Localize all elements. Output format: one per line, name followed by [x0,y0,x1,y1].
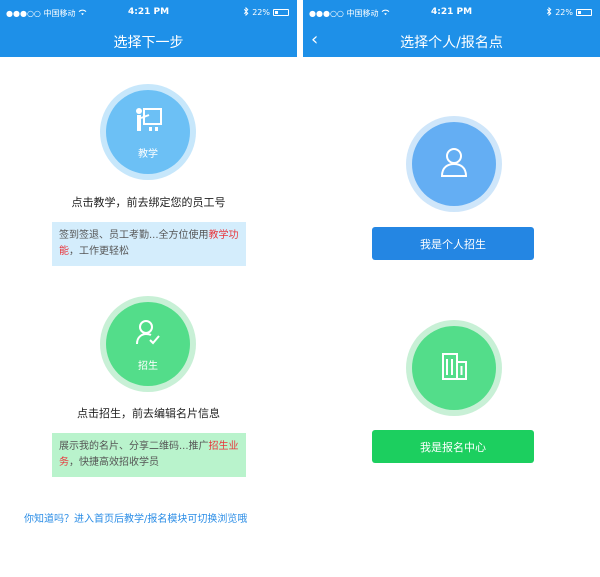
enroll-desc-suffix: ，快捷高效招收学员 [69,457,159,468]
enroll-description: 展示我的名片、分享二维码...推广招生业务，快捷高效招收学员 [52,433,246,477]
battery-icon [273,9,289,16]
screen-select-personal-or-center: ●●●○○ 中国移动 4:21 PM 22% ‹ 选择个人/报名点 我是个人招生… [303,0,600,577]
teach-desc-prefix: 签到签退、员工考勤...全方位使用 [59,230,209,241]
personal-enroll-button[interactable]: 我是个人招生 [372,227,534,260]
teach-description: 签到签退、员工考勤...全方位使用教学功能，工作更轻松 [52,222,246,266]
person-outline-icon [437,145,471,183]
battery-icon [576,9,592,16]
bluetooth-icon [243,6,249,18]
status-bar: ●●●○○ 中国移动 4:21 PM 22% [0,0,297,26]
teach-option-inner[interactable]: 教学 [106,90,190,174]
enroll-desc-prefix: 展示我的名片、分享二维码...推广 [59,441,209,452]
teach-prompt: 点击教学，前去绑定您的员工号 [71,196,226,209]
personal-option-circle[interactable] [406,116,502,212]
whiteboard-teacher-icon [133,105,163,139]
building-icon [437,349,471,387]
enroll-option-inner[interactable]: 招生 [106,302,190,386]
enroll-option[interactable]: 招生 [100,296,196,392]
enroll-prompt: 点击招生，前去编辑名片信息 [77,407,220,420]
center-option-inner[interactable] [412,326,496,410]
battery-percent: 22% [252,8,270,17]
person-check-icon [133,317,163,351]
personal-option-inner[interactable] [412,122,496,206]
bluetooth-icon [546,6,552,18]
teach-desc-suffix: ，工作更轻松 [69,246,129,257]
teach-option[interactable]: 教学 [100,84,196,180]
battery-indicator: 22% [243,6,289,18]
nav-bar: ‹ 选择个人/报名点 [303,26,600,57]
page-title: 选择下一步 [113,35,184,51]
battery-percent: 22% [555,8,573,17]
center-option-circle[interactable] [406,320,502,416]
screen-select-next-step: ●●●○○ 中国移动 4:21 PM 22% 选择下一步 教学 点击教学，前去绑… [0,0,297,577]
nav-bar: 选择下一步 [0,26,297,57]
enrollment-center-button[interactable]: 我是报名中心 [372,430,534,463]
switch-module-tip-link[interactable]: 你知道吗？进入首页后教学/报名模块可切换浏览哦 [24,510,247,525]
page-title: 选择个人/报名点 [400,35,503,51]
status-bar: ●●●○○ 中国移动 4:21 PM 22% [303,0,600,26]
enroll-label: 招生 [138,360,158,372]
teach-label: 教学 [138,148,158,160]
battery-indicator: 22% [546,6,592,18]
